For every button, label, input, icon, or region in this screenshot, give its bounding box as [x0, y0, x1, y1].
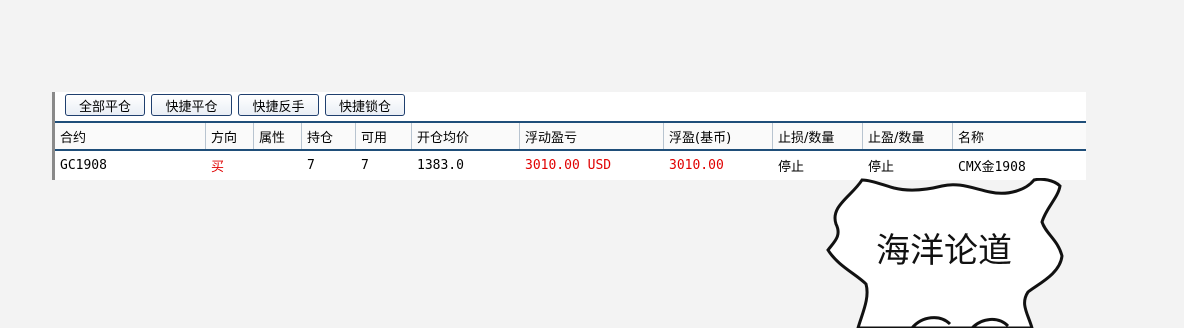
cell-direction: 买: [211, 159, 225, 175]
cell-position: 7: [307, 157, 315, 173]
cell-open-avg-price: 1383.0: [417, 157, 464, 173]
cell-stop-loss: 停止: [778, 159, 805, 175]
column-header-floating-pnl[interactable]: 浮动盈亏: [520, 123, 664, 149]
column-header-position[interactable]: 持仓: [302, 123, 356, 149]
cell-attribute: [254, 151, 302, 179]
toolbar: 全部平仓 快捷平仓 快捷反手 快捷锁仓: [55, 92, 1086, 120]
cell-floating-pnl: 3010.00 USD: [525, 157, 612, 173]
column-header-direction[interactable]: 方向: [206, 123, 254, 149]
watermark-bubble: 海洋论道: [826, 178, 1064, 328]
column-header-available[interactable]: 可用: [356, 123, 412, 149]
cell-take-profit: 停止: [868, 159, 895, 175]
watermark-text: 海洋论道: [876, 231, 1012, 271]
column-header-floating-pnl-base[interactable]: 浮盈(基币): [664, 123, 773, 149]
cell-name: CMX金1908: [958, 159, 1026, 175]
table-header: 合约 方向 属性 持仓 可用 开仓均价 浮动盈亏 浮盈(基币) 止损/数量 止盈…: [55, 121, 1086, 151]
positions-panel: 全部平仓 快捷平仓 快捷反手 快捷锁仓 合约 方向 属性 持仓 可用 开仓均价 …: [52, 92, 1086, 180]
column-header-contract[interactable]: 合约: [55, 123, 206, 149]
column-header-open-avg-price[interactable]: 开仓均价: [412, 123, 520, 149]
column-header-stop-loss[interactable]: 止损/数量: [773, 123, 863, 149]
quick-lock-button[interactable]: 快捷锁仓: [325, 94, 405, 116]
quick-close-button[interactable]: 快捷平仓: [151, 94, 232, 116]
quick-reverse-button[interactable]: 快捷反手: [238, 94, 319, 116]
cell-contract: GC1908: [60, 157, 107, 173]
column-header-attribute[interactable]: 属性: [254, 123, 302, 149]
column-header-take-profit[interactable]: 止盈/数量: [863, 123, 953, 149]
column-header-name[interactable]: 名称: [953, 123, 1086, 149]
cell-floating-pnl-base: 3010.00: [669, 157, 724, 173]
table-row[interactable]: GC1908 买 7 7 1383.0 3010.00 USD 3010.00 …: [55, 151, 1086, 179]
close-all-button[interactable]: 全部平仓: [65, 94, 145, 116]
cell-available: 7: [361, 157, 369, 173]
